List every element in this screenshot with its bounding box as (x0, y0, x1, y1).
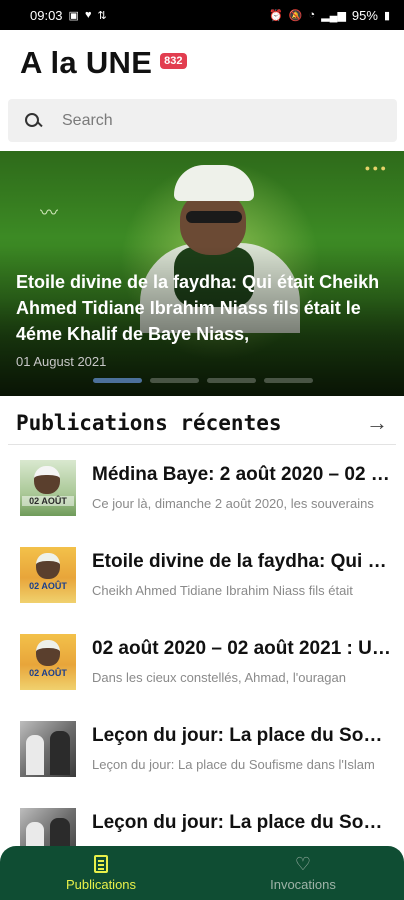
list-item[interactable]: 02 AOÛT Etoile divine de la faydha: Qui … (0, 535, 404, 621)
battery-icon: ▮ (383, 9, 390, 22)
publication-title: Leçon du jour: La place du Soufisme (92, 725, 392, 746)
section-title: Publications récentes (16, 411, 282, 435)
publication-title: Médina Baye: 2 août 2020 – 02 août 2021 (92, 464, 392, 485)
carousel-dot[interactable] (150, 378, 199, 383)
alarm-icon: ⏰ (269, 9, 283, 22)
hero-headline[interactable]: Etoile divine de la faydha: Qui était Ch… (16, 269, 396, 347)
arrow-right-icon[interactable]: → (366, 410, 388, 436)
publication-title: 02 août 2020 – 02 août 2021 : Un an (92, 638, 392, 659)
publication-thumbnail (20, 721, 76, 777)
tab-invocations[interactable]: ♡ Invocations (202, 846, 404, 900)
sync-notification-icon: ⇅ (97, 9, 107, 22)
search-bar[interactable] (8, 99, 397, 142)
tab-publications[interactable]: Publications (0, 846, 202, 900)
document-icon (94, 854, 108, 873)
carousel-dot[interactable] (207, 378, 256, 383)
search-input[interactable] (62, 111, 362, 130)
tab-label: Publications (65, 876, 137, 892)
watermark-logo: ● ● ● (364, 163, 386, 173)
search-icon (24, 112, 42, 130)
hero-date: 01 August 2021 (16, 354, 107, 369)
publication-title: Leçon du jour: La place du Soufisme (92, 812, 392, 833)
mute-icon: 🔕 (288, 9, 303, 22)
heart-notification-icon: ♥ (84, 9, 92, 21)
publication-title: Etoile divine de la faydha: Qui était Ch… (92, 551, 392, 572)
count-badge: 832 (160, 53, 187, 69)
page-title: A la UNE (20, 45, 153, 80)
carousel-indicators (93, 378, 313, 383)
battery-level: 95% (351, 7, 378, 23)
publication-excerpt: Cheikh Ahmed Tidiane Ibrahim Niass fils … (92, 583, 353, 598)
publication-excerpt: Leçon du jour: La place du Soufisme dans… (92, 757, 375, 772)
publication-excerpt: Dans les cieux constellés, Ahmad, l'oura… (92, 670, 346, 685)
publication-thumbnail: 02 AOÛT (20, 460, 76, 516)
featured-carousel[interactable]: 〰 ● ● ● Etoile divine de la faydha: Qui … (0, 151, 404, 396)
list-item[interactable]: Leçon du jour: La place du Soufisme Leço… (0, 709, 404, 795)
wifi-icon: ◔ (308, 9, 316, 21)
heart-pulse-icon: ♡ (294, 853, 312, 874)
carousel-dot[interactable] (264, 378, 313, 383)
bird-graphic: 〰 (40, 203, 58, 223)
list-item[interactable]: 02 AOÛT 02 août 2020 – 02 août 2021 : Un… (0, 622, 404, 708)
publication-excerpt: Ce jour là, dimanche 2 août 2020, les so… (92, 496, 374, 511)
publication-thumbnail: 02 AOÛT (20, 634, 76, 690)
list-item[interactable]: 02 AOÛT Médina Baye: 2 août 2020 – 02 ao… (0, 448, 404, 534)
status-bar: 09:03 ▣ ♥ ⇅ ⏰ 🔕 ◔ ▂▄▆ 95% ▮ (0, 0, 404, 30)
tab-label: Invocations (270, 876, 336, 892)
status-time: 09:03 (30, 7, 63, 23)
divider (8, 444, 396, 445)
image-notification-icon: ▣ (68, 9, 79, 22)
recent-publications-header: Publications récentes → (0, 403, 404, 443)
signal-icon: ▂▄▆ (321, 9, 346, 22)
publication-thumbnail: 02 AOÛT (20, 547, 76, 603)
app-header: A la UNE 832 (0, 30, 404, 96)
bottom-navigation: Publications ♡ Invocations (0, 846, 404, 900)
carousel-dot[interactable] (93, 378, 142, 383)
